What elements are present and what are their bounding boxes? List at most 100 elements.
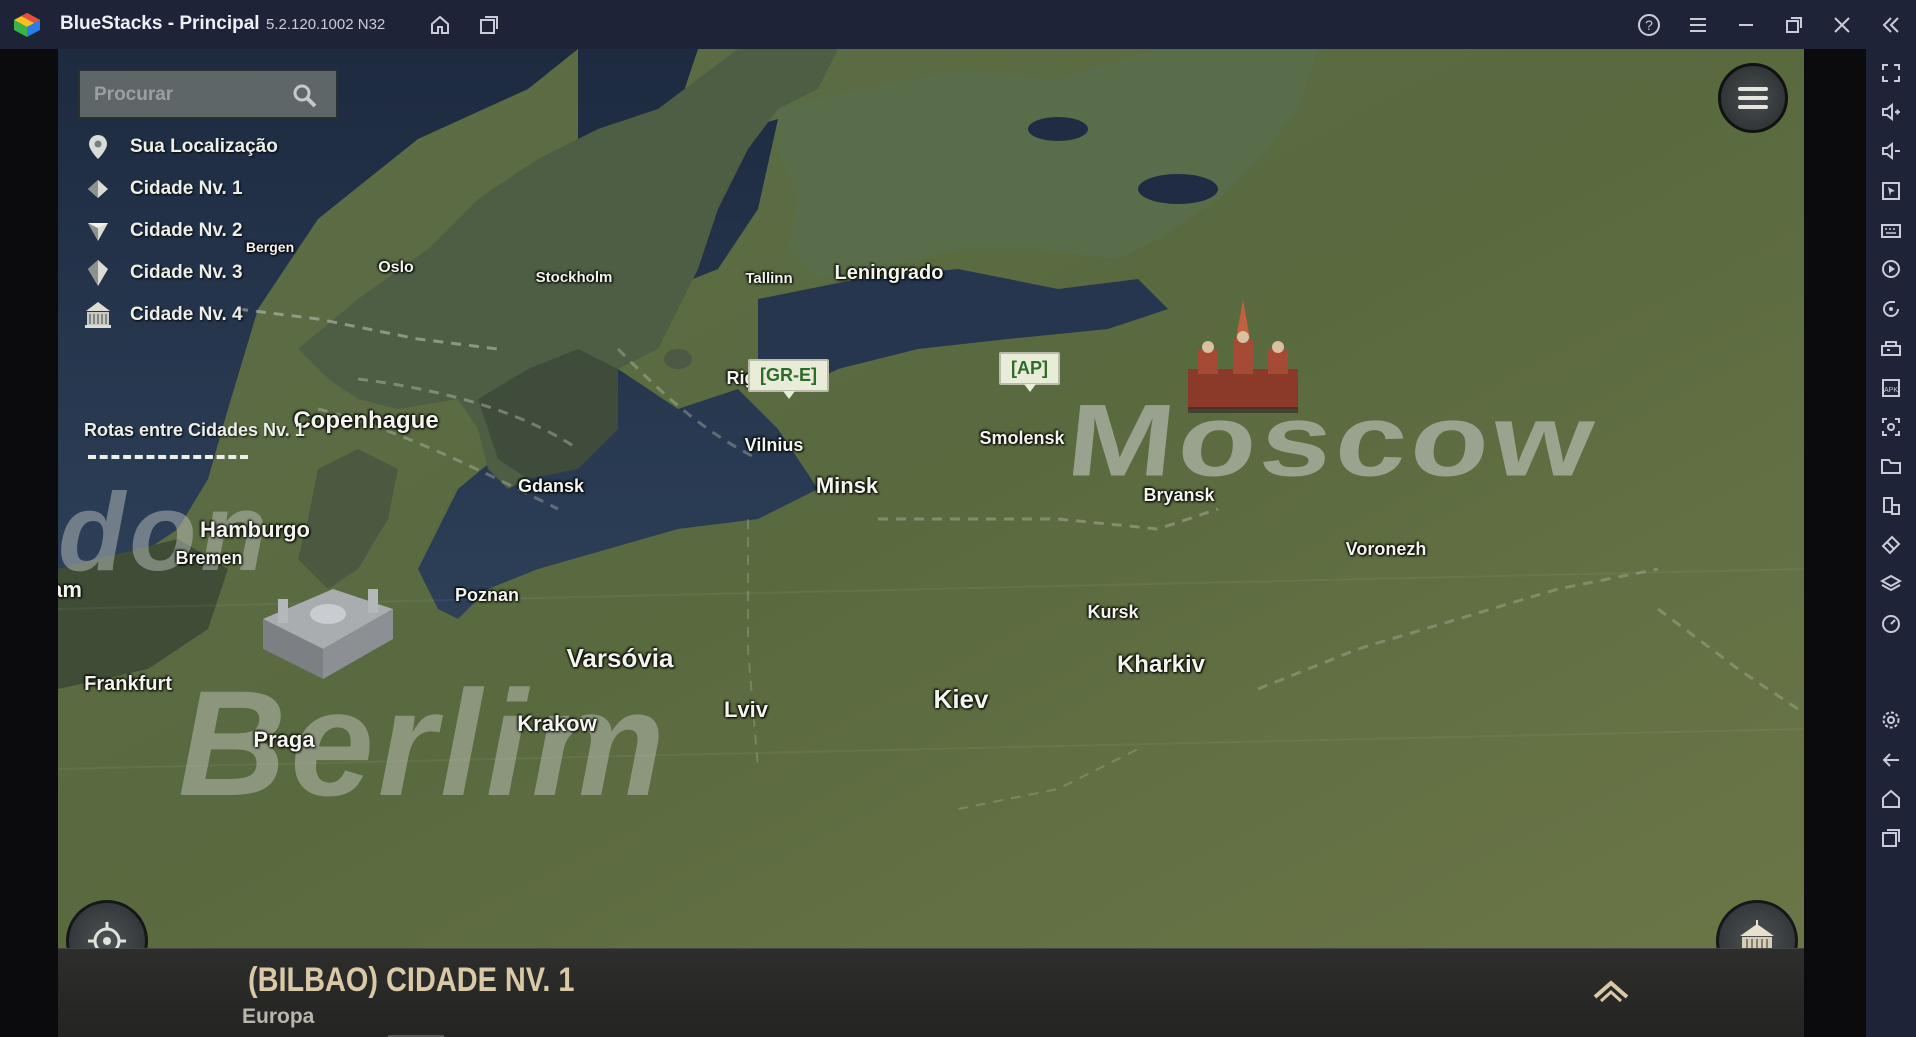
legend-label: Cidade Nv. 4 [130, 304, 243, 325]
keyboard-icon [1881, 224, 1901, 238]
left-letterbox [0, 49, 58, 1037]
home-icon [431, 15, 449, 34]
selected-city-title: (BILBAO) CIDADE NV. 1 [248, 961, 575, 999]
city-label: Vilnius [744, 435, 804, 455]
bluestacks-sidebar: APK [1866, 49, 1916, 1037]
help-icon: ? [1638, 14, 1660, 36]
close-button[interactable] [1827, 10, 1857, 40]
city-label: Voronezh [1345, 539, 1427, 559]
screenshot-button[interactable] [1876, 412, 1906, 442]
city-level3-icon [82, 257, 114, 289]
region-label-berlin: Berlim [178, 659, 669, 827]
volume-down-button[interactable] [1876, 136, 1906, 166]
window-titlebar: BlueStacks - Principal 5.2.120.1002 N32 … [0, 0, 1916, 49]
city-label: Smolensk [979, 428, 1065, 448]
collapse-sidebar-button[interactable] [1876, 10, 1906, 40]
legend-item-city-lv3: Cidade Nv. 3 [82, 255, 243, 291]
routes-legend-line [88, 455, 248, 459]
legend-label: Cidade Nv. 2 [130, 220, 243, 241]
city-label: Kharkiv [1116, 651, 1206, 678]
svg-text:APK: APK [1884, 387, 1898, 394]
pointer-button[interactable] [1876, 176, 1906, 206]
alliance-tag-gr-e[interactable]: [GR-E] [748, 359, 829, 399]
game-viewport[interactable]: Moscow Berlim don am Bergen Oslo Stockho… [58, 49, 1804, 1037]
city-label: Copenhague [293, 407, 439, 434]
routes-legend-label: Rotas entre Cidades Nv. 1 [84, 420, 305, 440]
city-label: Hamburgo [200, 517, 310, 542]
keyboard-button[interactable] [1876, 215, 1906, 245]
city-level4-icon [82, 299, 114, 331]
city-label: Bryansk [1143, 485, 1215, 505]
speedometer-icon [1882, 615, 1900, 633]
home-button[interactable] [425, 10, 455, 40]
city-label: Bergen [245, 239, 295, 255]
restore-button[interactable] [1779, 10, 1809, 40]
macro-button[interactable] [1876, 254, 1906, 284]
menu-button[interactable] [1683, 10, 1713, 40]
city-level1-icon [82, 173, 114, 205]
search-icon[interactable] [292, 83, 318, 109]
city-label: Tallinn [745, 270, 793, 287]
legend-item-city-lv1: Cidade Nv. 1 [82, 171, 243, 207]
multi-instance-button[interactable] [474, 10, 504, 40]
city-label: Oslo [378, 259, 414, 276]
speed-button[interactable] [1876, 609, 1906, 639]
location-pin-icon [82, 131, 114, 163]
performance-button[interactable] [1876, 333, 1906, 363]
restore-icon [1786, 17, 1802, 33]
city-label: Praga [253, 727, 315, 752]
close-icon [1834, 17, 1850, 33]
home-icon [1882, 789, 1900, 808]
legend-item-city-lv2: Cidade Nv. 2 [82, 213, 243, 249]
city-level2-icon [82, 215, 114, 247]
svg-text:?: ? [1645, 17, 1653, 33]
recent-apps-icon [1882, 829, 1900, 847]
city-label: Frankfurt [84, 673, 172, 695]
city-label: Poznan [454, 585, 520, 605]
volume-down-icon [1882, 141, 1900, 161]
selected-city-region: Europa [242, 1005, 315, 1028]
minimize-button[interactable] [1731, 10, 1761, 40]
region-label-moscow: Moscow [1061, 383, 1603, 498]
back-button[interactable] [1876, 745, 1906, 775]
android-home-button[interactable] [1876, 784, 1906, 814]
selected-city-panel[interactable]: (BILBAO) CIDADE NV. 1 Europa [58, 948, 1804, 1037]
arrow-left-icon [1882, 753, 1899, 767]
city-label: Bremen [175, 548, 243, 568]
devices-icon [1883, 497, 1900, 515]
search-box[interactable] [78, 69, 338, 119]
city-label: Lviv [723, 697, 769, 722]
app-title: BlueStacks - Principal [60, 13, 260, 34]
cursor-icon [1882, 182, 1900, 200]
settings-button[interactable] [1876, 705, 1906, 735]
game-menu-button[interactable] [1718, 63, 1788, 133]
expand-panel-chevron-icon[interactable] [1591, 975, 1631, 1005]
legend-item-location: Sua Localização [82, 129, 278, 165]
minimize-icon [1739, 24, 1753, 26]
install-apk-button[interactable]: APK [1876, 373, 1906, 403]
gear-icon [1882, 711, 1900, 729]
alliance-tag-ap[interactable]: [AP] [999, 352, 1060, 392]
legend-label: Cidade Nv. 3 [130, 262, 243, 283]
apk-icon: APK [1882, 379, 1900, 397]
rotate-button[interactable] [1876, 294, 1906, 324]
gamepad-icon [1881, 341, 1901, 356]
media-folder-button[interactable] [1876, 451, 1906, 481]
right-letterbox [1804, 49, 1866, 1037]
city-label: Varsóvia [566, 643, 674, 673]
layers-icon [1880, 574, 1902, 592]
fullscreen-button[interactable] [1876, 58, 1906, 88]
search-input[interactable] [94, 83, 284, 107]
layers-button[interactable] [1876, 569, 1906, 599]
folder-icon [1881, 459, 1901, 474]
city-label: Kiev [933, 684, 989, 714]
region-label-amsterdam-partial: am [58, 577, 82, 602]
multi-instance-sync-button[interactable] [1876, 491, 1906, 521]
legend-label: Sua Localização [130, 136, 278, 157]
city-label: Minsk [815, 473, 879, 498]
eco-mode-button[interactable] [1876, 530, 1906, 560]
help-button[interactable]: ? [1634, 10, 1664, 40]
volume-up-button[interactable] [1876, 97, 1906, 127]
recent-apps-button[interactable] [1876, 823, 1906, 853]
eraser-icon [1881, 535, 1901, 555]
